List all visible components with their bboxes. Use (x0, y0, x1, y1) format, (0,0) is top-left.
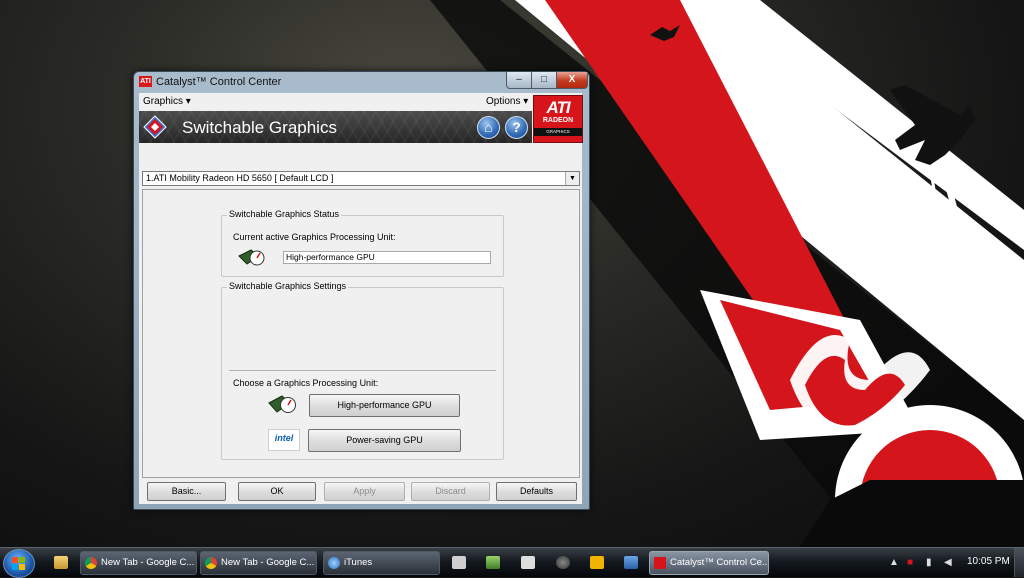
current-gpu-field: High-performance GPU (283, 251, 491, 264)
taskbar: New Tab - Google C... New Tab - Google C… (0, 547, 1024, 578)
logo-line1-text: RADEON (542, 117, 574, 124)
steam-icon[interactable] (452, 556, 466, 569)
itunes-icon (328, 557, 340, 569)
intel-icon: intel (268, 429, 300, 451)
gpu-chip-icon (268, 395, 296, 413)
volume-icon[interactable]: ◀ (944, 557, 952, 568)
status-group-label: Switchable Graphics Status (227, 209, 342, 219)
taskbar-item-label: Catalyst™ Control Ce... (670, 557, 769, 568)
app-window-icon[interactable] (624, 556, 638, 569)
document-icon[interactable] (521, 556, 535, 569)
show-desktop-button[interactable] (1014, 548, 1024, 577)
choose-gpu-label: Choose a Graphics Processing Unit: (233, 378, 379, 388)
menubar: Graphics ▾ Options ▾ (139, 93, 582, 111)
window-client-area: Graphics ▾ Options ▾ Switchable Graphics… (139, 93, 583, 504)
display-device-value: 1.ATI Mobility Radeon HD 5650 [ Default … (146, 173, 334, 183)
ati-tray-icon[interactable]: ■ (907, 557, 913, 568)
settings-groupbox: Switchable Graphics Settings Choose a Gr… (221, 281, 504, 460)
window-title: Catalyst™ Control Center (156, 76, 282, 88)
display-device-select[interactable]: 1.ATI Mobility Radeon HD 5650 [ Default … (142, 171, 580, 186)
ati-icon (654, 557, 666, 569)
taskbar-item-catalyst[interactable]: Catalyst™ Control Ce... (649, 551, 769, 575)
ok-button[interactable]: OK (238, 482, 316, 501)
help-button[interactable]: ? (505, 116, 528, 139)
apply-button[interactable]: Apply (324, 482, 405, 501)
ati-radeon-logo: ATI RADEON GRAPHICS (533, 95, 583, 143)
show-hidden-icons-icon[interactable]: ▲ (889, 557, 899, 568)
page-banner: Switchable Graphics ⌂ ? (139, 111, 532, 143)
dropdown-arrow-icon[interactable]: ▼ (565, 172, 579, 185)
app-icon[interactable] (486, 556, 500, 569)
runner-icon[interactable] (590, 556, 604, 569)
close-button[interactable]: X (556, 72, 588, 89)
window-titlebar[interactable]: ATI Catalyst™ Control Center – □ X (134, 72, 589, 92)
content-panel: Switchable Graphics Status Current activ… (142, 189, 580, 478)
catalyst-window: ATI Catalyst™ Control Center – □ X Graph… (133, 71, 590, 510)
taskbar-item-label: New Tab - Google C... (221, 557, 315, 568)
taskbar-clock[interactable]: 10:05 PM (967, 556, 1010, 567)
discard-button[interactable]: Discard (411, 482, 490, 501)
taskbar-item-itunes[interactable]: iTunes (323, 551, 440, 575)
power-saving-gpu-button[interactable]: Power-saving GPU (308, 429, 461, 452)
minimize-button[interactable]: – (506, 72, 532, 89)
switchable-graphics-icon (143, 115, 167, 139)
page-title: Switchable Graphics (182, 118, 337, 137)
taskbar-item-label: iTunes (344, 557, 373, 568)
chrome-icon (205, 557, 217, 569)
intel-logo-text: intel (274, 433, 294, 443)
basic-button[interactable]: Basic... (147, 482, 226, 501)
explorer-quicklaunch-icon[interactable] (54, 556, 68, 569)
ati-app-icon: ATI (139, 76, 152, 87)
current-gpu-label: Current active Graphics Processing Unit: (233, 232, 396, 242)
chrome-icon (85, 557, 97, 569)
taskbar-item-chrome[interactable]: New Tab - Google C... (80, 551, 197, 575)
settings-group-label: Switchable Graphics Settings (227, 281, 349, 291)
disc-icon[interactable] (556, 556, 570, 569)
maximize-button[interactable]: □ (531, 72, 557, 89)
settings-divider (229, 370, 496, 371)
network-icon[interactable]: ▮ (926, 557, 932, 568)
taskbar-item-chrome[interactable]: New Tab - Google C... (200, 551, 317, 575)
windows-flag-icon (12, 557, 25, 570)
taskbar-item-label: New Tab - Google C... (101, 557, 195, 568)
gpu-chip-icon (238, 249, 265, 266)
status-groupbox: Switchable Graphics Status Current activ… (221, 209, 504, 277)
logo-brand-text: ATI (546, 98, 570, 117)
menu-options[interactable]: Options ▾ (486, 96, 528, 107)
high-performance-gpu-button[interactable]: High-performance GPU (309, 394, 460, 417)
menu-graphics[interactable]: Graphics ▾ (143, 96, 191, 107)
start-button[interactable] (3, 549, 35, 578)
defaults-button[interactable]: Defaults (496, 482, 577, 501)
home-button[interactable]: ⌂ (477, 116, 500, 139)
logo-line2-text: GRAPHICS (534, 128, 582, 136)
